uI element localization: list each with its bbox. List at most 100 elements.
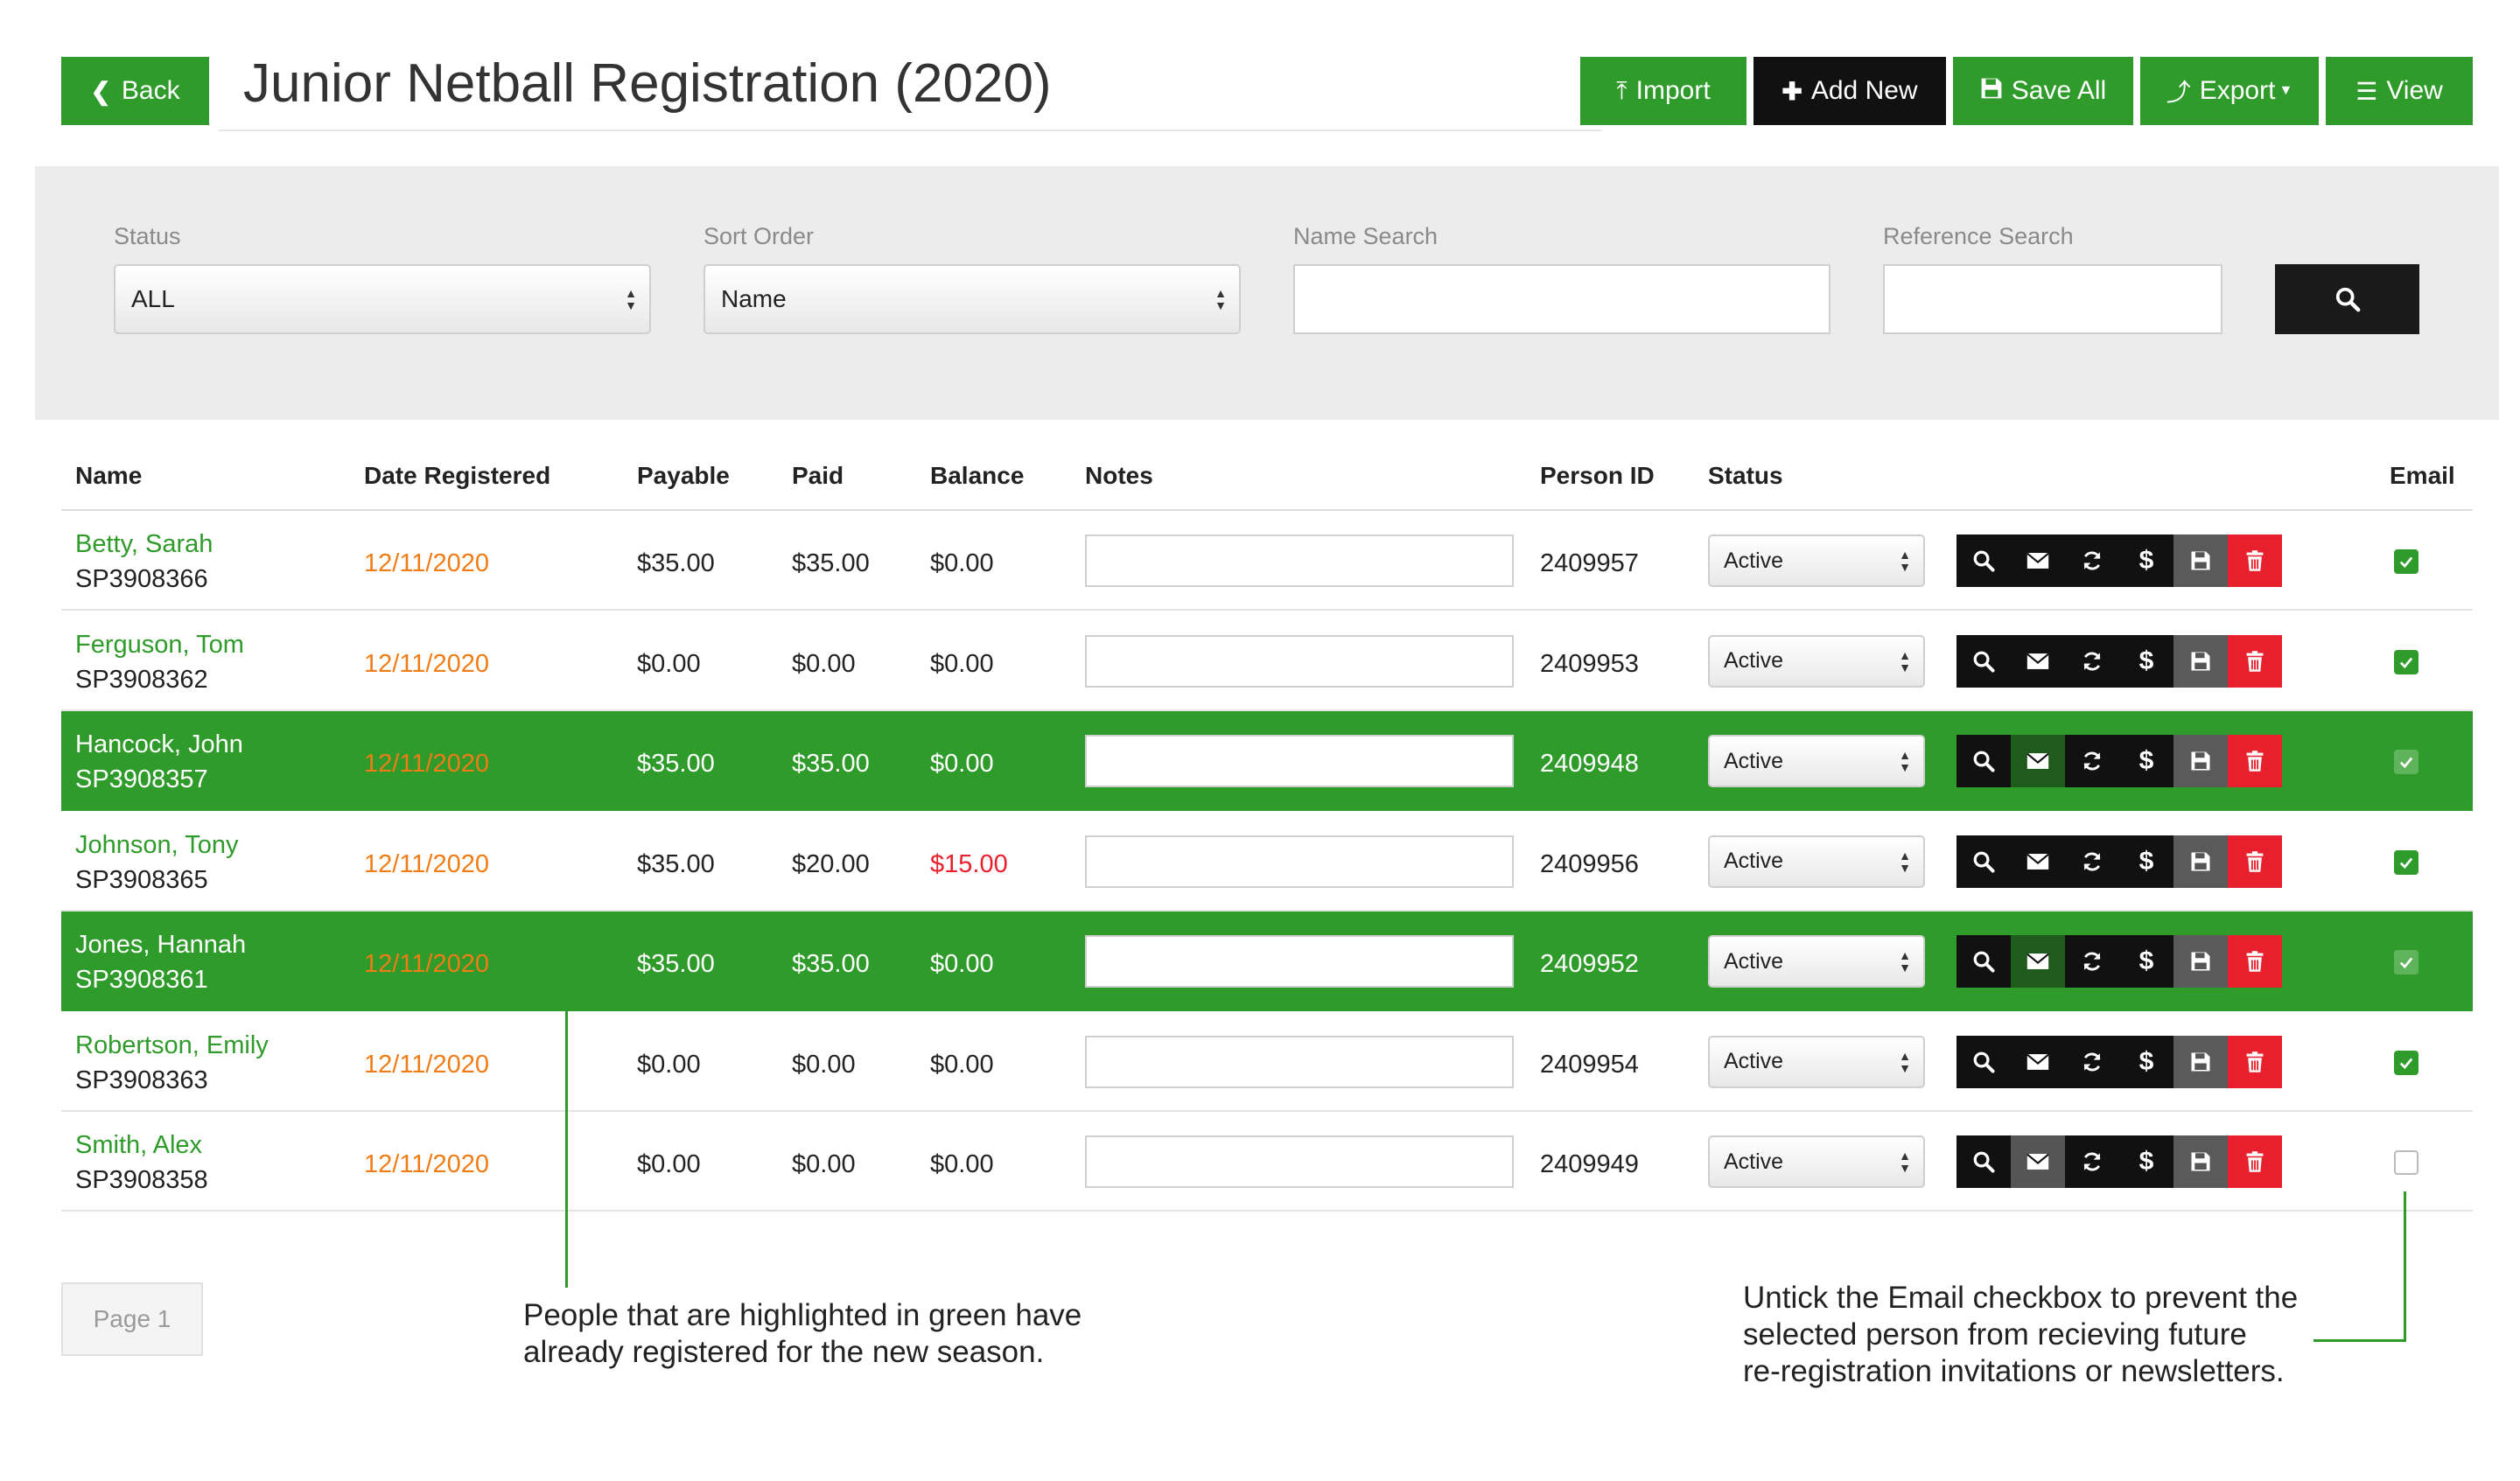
payment-button[interactable]: $ [2119, 1035, 2174, 1088]
view-person-button[interactable] [1956, 735, 2011, 787]
notes-input[interactable] [1085, 935, 1514, 988]
save-all-button[interactable]: Save All [1953, 57, 2133, 125]
notes-input[interactable] [1085, 735, 1514, 787]
delete-row-button[interactable] [2228, 634, 2282, 688]
status-select[interactable]: Active ▲ ▼ [1708, 935, 1925, 988]
payable-amount: $35.00 [637, 549, 715, 577]
payment-button[interactable]: $ [2119, 634, 2174, 688]
person-name-link[interactable]: Ferguson, Tom [75, 631, 244, 660]
email-checkbox[interactable] [2394, 950, 2418, 975]
floppy-icon [2190, 1051, 2211, 1072]
delete-row-button[interactable] [2228, 1035, 2282, 1088]
search-icon [1972, 549, 1995, 572]
notes-input[interactable] [1085, 1035, 1514, 1088]
col-status: Status [1708, 462, 1783, 489]
view-person-button[interactable] [1956, 1035, 2011, 1088]
view-person-button[interactable] [1956, 534, 2011, 587]
status-select[interactable]: Active ▲ ▼ [1708, 1135, 1925, 1188]
search-icon [1972, 950, 1995, 973]
email-checkbox[interactable] [2394, 1150, 2418, 1175]
save-row-button[interactable] [2174, 1135, 2228, 1188]
person-name-link[interactable]: Jones, Hannah [75, 931, 246, 960]
name-search-input[interactable] [1293, 264, 1830, 334]
email-person-button[interactable] [2011, 1035, 2065, 1088]
page-1-button[interactable]: Page 1 [61, 1282, 203, 1356]
email-checkbox[interactable] [2394, 849, 2418, 875]
save-row-button[interactable] [2174, 534, 2228, 587]
email-person-button[interactable] [2011, 1135, 2065, 1188]
notes-input[interactable] [1085, 1135, 1514, 1188]
email-checkbox[interactable] [2394, 549, 2418, 574]
person-reference: SP3908363 [75, 1065, 208, 1094]
delete-row-button[interactable] [2228, 835, 2282, 888]
person-name-link[interactable]: Johnson, Tony [75, 831, 239, 860]
notes-input[interactable] [1085, 634, 1514, 688]
person-name-link[interactable]: Robertson, Emily [75, 1031, 269, 1060]
renew-button[interactable] [2065, 1135, 2119, 1188]
status-select[interactable]: Active ▲ ▼ [1708, 634, 1925, 688]
payment-button[interactable]: $ [2119, 1135, 2174, 1188]
email-checkbox[interactable] [2394, 649, 2418, 674]
status-select[interactable]: Active ▲ ▼ [1708, 1035, 1925, 1088]
view-button[interactable]: ☰ View [2326, 57, 2473, 125]
renew-button[interactable] [2065, 534, 2119, 587]
status-select[interactable]: Active ▲ ▼ [1708, 835, 1925, 888]
name-search-label: Name Search [1293, 223, 1438, 249]
renew-button[interactable] [2065, 735, 2119, 787]
delete-row-button[interactable] [2228, 935, 2282, 988]
notes-input[interactable] [1085, 534, 1514, 587]
person-name-link[interactable]: Hancock, John [75, 730, 243, 759]
import-button[interactable]: ⤒ Import [1580, 57, 1746, 125]
delete-row-button[interactable] [2228, 735, 2282, 787]
floppy-icon [2190, 951, 2211, 972]
renew-button[interactable] [2065, 634, 2119, 688]
save-row-button[interactable] [2174, 634, 2228, 688]
status-select[interactable]: Active ▲ ▼ [1708, 735, 1925, 787]
add-new-button[interactable]: ✚ Add New [1754, 57, 1946, 125]
refresh-icon [2081, 850, 2104, 873]
renew-button[interactable] [2065, 935, 2119, 988]
person-name-link[interactable]: Betty, Sarah [75, 530, 213, 559]
row-actions: $ [1956, 1035, 2282, 1088]
back-button[interactable]: ❮ Back [61, 57, 209, 125]
payment-button[interactable]: $ [2119, 935, 2174, 988]
person-name-link[interactable]: Smith, Alex [75, 1131, 202, 1160]
email-person-button[interactable] [2011, 534, 2065, 587]
payment-button[interactable]: $ [2119, 534, 2174, 587]
refresh-icon [2081, 650, 2104, 673]
save-row-button[interactable] [2174, 835, 2228, 888]
view-person-button[interactable] [1956, 1135, 2011, 1188]
status-select[interactable]: Active ▲ ▼ [1708, 534, 1925, 587]
payment-button[interactable]: $ [2119, 835, 2174, 888]
payable-amount: $0.00 [637, 649, 701, 678]
search-icon [1972, 750, 1995, 772]
status-filter-select[interactable]: ALL ▲ ▼ [114, 264, 651, 334]
envelope-icon [2026, 852, 2049, 871]
renew-button[interactable] [2065, 1035, 2119, 1088]
notes-input[interactable] [1085, 835, 1514, 888]
payment-button[interactable]: $ [2119, 735, 2174, 787]
delete-row-button[interactable] [2228, 534, 2282, 587]
renew-button[interactable] [2065, 835, 2119, 888]
view-person-button[interactable] [1956, 935, 2011, 988]
email-person-button[interactable] [2011, 935, 2065, 988]
save-row-button[interactable] [2174, 1035, 2228, 1088]
email-person-button[interactable] [2011, 634, 2065, 688]
check-icon [2399, 657, 2413, 668]
view-person-button[interactable] [1956, 835, 2011, 888]
save-row-button[interactable] [2174, 935, 2228, 988]
col-balance: Balance [930, 462, 1025, 489]
email-person-button[interactable] [2011, 835, 2065, 888]
payable-amount: $0.00 [637, 1150, 701, 1178]
sort-order-select[interactable]: Name ▲ ▼ [704, 264, 1241, 334]
export-button[interactable]: ⤴ Export ▼ [2140, 57, 2319, 125]
search-button[interactable] [2275, 264, 2419, 334]
view-person-button[interactable] [1956, 634, 2011, 688]
delete-row-button[interactable] [2228, 1135, 2282, 1188]
add-new-label: Add New [1810, 76, 1918, 105]
reference-search-input[interactable] [1883, 264, 2222, 334]
save-row-button[interactable] [2174, 735, 2228, 787]
email-checkbox[interactable] [2394, 1050, 2418, 1075]
email-person-button[interactable] [2011, 735, 2065, 787]
email-checkbox[interactable] [2394, 750, 2418, 774]
